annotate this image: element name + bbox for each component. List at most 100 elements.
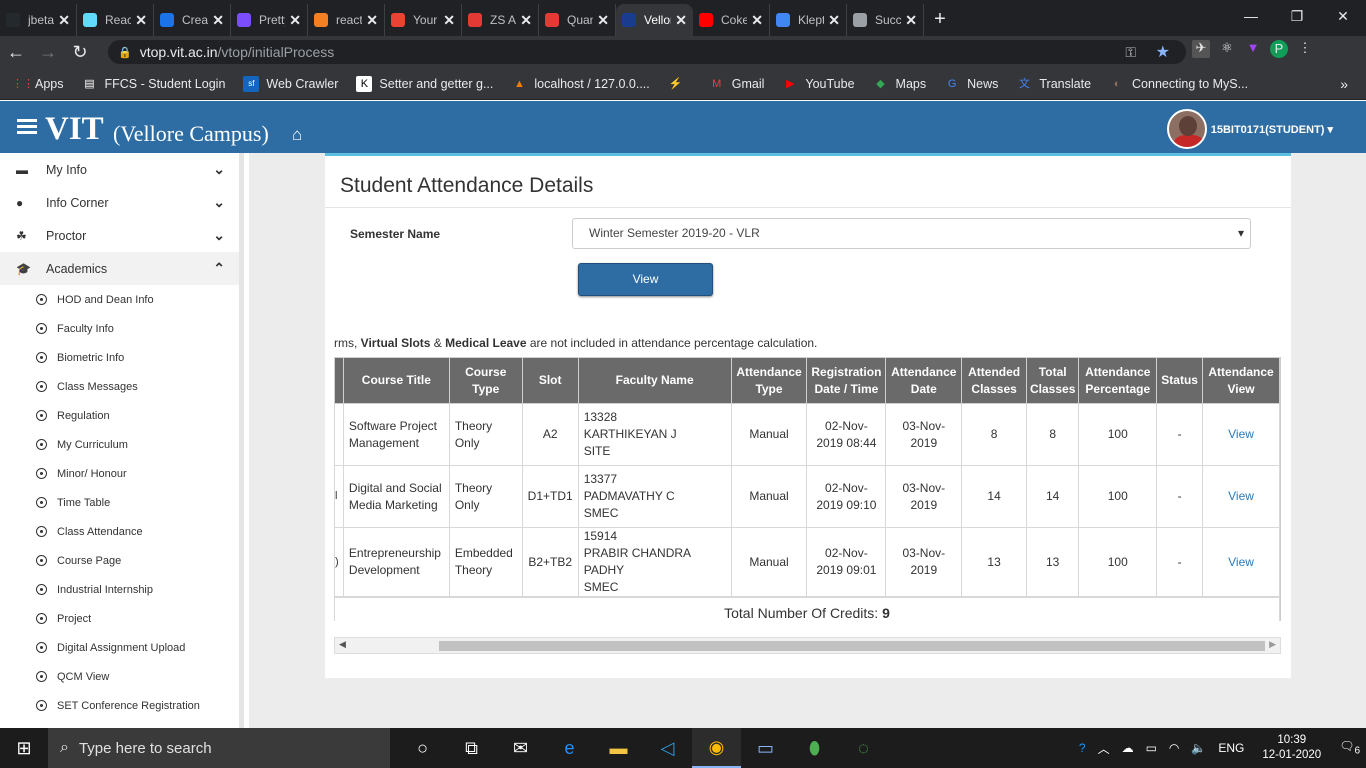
bookmark-item[interactable]: ⋮⋮ Apps [12, 76, 64, 92]
tab-close-icon[interactable]: ✕ [520, 12, 532, 29]
bookmark-item[interactable]: ◐ Connecting to MyS... [1109, 76, 1248, 92]
sidebar-item-info-corner[interactable]: ● Info Corner ⌄ [0, 186, 239, 219]
cortana-icon[interactable]: ○ [398, 728, 447, 768]
sidebar-subitem[interactable]: Project [0, 604, 239, 633]
tab-close-icon[interactable]: ✕ [675, 12, 687, 29]
vscode-icon[interactable]: ◁ [643, 728, 692, 768]
browser-tab[interactable]: React ✕ [77, 4, 154, 36]
browser-tab[interactable]: ZS As ✕ [462, 4, 539, 36]
sidebar-item-academics[interactable]: 🎓 Academics ⌃ [0, 252, 239, 285]
tab-close-icon[interactable]: ✕ [289, 12, 301, 29]
sidebar-subitem[interactable]: Time Table [0, 488, 239, 517]
browser-tab[interactable]: jbetar ✕ [0, 4, 77, 36]
sidebar-subitem[interactable]: Faculty Info [0, 314, 239, 343]
menu-kebab-icon[interactable]: ⋮ [1296, 40, 1314, 58]
bookmark-item[interactable]: M Gmail [709, 76, 764, 92]
back-icon[interactable]: ← [0, 42, 32, 63]
windows-start-icon[interactable]: ⊞ [0, 728, 48, 768]
tab-close-icon[interactable]: ✕ [905, 12, 917, 29]
view-button[interactable]: View [578, 263, 713, 296]
show-hidden-icon[interactable]: ︿ [1098, 740, 1110, 757]
view-attendance-link[interactable]: View [1228, 427, 1254, 441]
bookmark-item[interactable]: 文 Translate [1016, 76, 1091, 92]
browser-tab[interactable]: Coke ✕ [693, 4, 770, 36]
sidebar-subitem[interactable]: SET Conference Registration [0, 691, 239, 720]
sidebar-subitem[interactable]: Digital Assignment Upload [0, 633, 239, 662]
more-bookmarks-icon[interactable]: » [1340, 76, 1348, 92]
battery-icon[interactable]: ▭ [1146, 741, 1157, 755]
sidebar-subitem[interactable]: Industrial Internship [0, 575, 239, 604]
restore-icon[interactable]: ❐ [1274, 0, 1320, 32]
sidebar-subitem[interactable]: Minor/ Honour [0, 459, 239, 488]
sidebar-subitem[interactable]: Class Messages [0, 372, 239, 401]
file-explorer-icon[interactable]: ▬ [594, 728, 643, 768]
reload-icon[interactable]: ↻ [64, 42, 96, 63]
bookmark-item[interactable]: ▶ YouTube [782, 76, 854, 92]
hamburger-menu-icon[interactable] [17, 119, 37, 137]
horizontal-scrollbar[interactable]: ◀ ▶ [334, 637, 1281, 654]
scroll-right-icon[interactable]: ▶ [1269, 639, 1276, 650]
tab-close-icon[interactable]: ✕ [212, 12, 224, 29]
clock[interactable]: 10:39 12-01-2020 [1262, 733, 1321, 763]
sidebar-item-my-info[interactable]: ▬ My Info ⌄ [0, 153, 239, 186]
bookmark-item[interactable]: K Setter and getter g... [356, 75, 493, 92]
forward-icon[interactable]: → [32, 42, 64, 63]
language-indicator[interactable]: ENG [1218, 741, 1244, 755]
bookmark-item[interactable]: ▤ FFCS - Student Login [82, 76, 225, 92]
attendance-table-wrapper[interactable]: Course Title Course Type Slot Faculty Name A… [334, 357, 1281, 621]
sidebar-subitem[interactable]: Class Attendance [0, 517, 239, 546]
taskbar-search[interactable]: ⌕ Type here to search [48, 728, 390, 768]
cloud-icon[interactable]: ☁ [1122, 741, 1134, 755]
remote-desktop-icon[interactable]: ▭ [741, 728, 790, 768]
view-attendance-link[interactable]: View [1228, 555, 1254, 569]
bookmark-item[interactable]: ◆ Maps [873, 76, 926, 92]
tab-close-icon[interactable]: ✕ [58, 12, 70, 29]
task-view-icon[interactable]: ⧉ [447, 728, 496, 768]
close-window-icon[interactable]: ✕ [1320, 0, 1366, 32]
edge-icon[interactable]: e [545, 728, 594, 768]
sidebar-subitem[interactable]: My Curriculum [0, 430, 239, 459]
sidebar-item-proctor[interactable]: ☘ Proctor ⌄ [0, 219, 239, 252]
browser-tab[interactable]: reactj ✕ [308, 4, 385, 36]
bookmark-item[interactable]: sf Web Crawler [243, 75, 338, 92]
notifications-icon[interactable]: 🗨6 [1339, 739, 1360, 756]
browser-tab[interactable]: Quan ✕ [539, 4, 616, 36]
chrome-icon[interactable]: ◉ [692, 728, 741, 768]
view-attendance-link[interactable]: View [1228, 489, 1254, 503]
help-icon[interactable]: ? [1079, 741, 1086, 755]
minimize-icon[interactable]: — [1228, 0, 1274, 32]
browser-tab[interactable]: Succe ✕ [847, 4, 924, 36]
mongodb-icon[interactable]: ⬮ [790, 728, 839, 768]
scroll-left-icon[interactable]: ◀ [339, 639, 346, 650]
profile-avatar[interactable]: P [1270, 40, 1288, 58]
tab-close-icon[interactable]: ✕ [366, 12, 378, 29]
bookmark-item[interactable]: ▲ localhost / 127.0.0.... [511, 76, 650, 92]
url-bar[interactable]: 🔒 vtop.vit.ac.in/vtop/initialProcess ⚿ ★ [108, 40, 1186, 64]
tab-close-icon[interactable]: ✕ [443, 12, 455, 29]
volume-icon[interactable]: 🔈 [1191, 741, 1206, 755]
sidebar-subitem[interactable]: Regulation [0, 401, 239, 430]
bookmark-item[interactable]: ⚡ [668, 76, 691, 92]
scrollbar-thumb[interactable] [439, 641, 1265, 651]
mail-icon[interactable]: ✉ [496, 728, 545, 768]
bookmark-star-icon[interactable]: ★ [1156, 42, 1170, 62]
browser-tab[interactable]: Klept ✕ [770, 4, 847, 36]
browser-tab[interactable]: Creat ✕ [154, 4, 231, 36]
tab-close-icon[interactable]: ✕ [135, 12, 147, 29]
tab-close-icon[interactable]: ✕ [828, 12, 840, 29]
react-devtools-icon[interactable]: ⚛ [1218, 40, 1236, 58]
sidebar-subitem[interactable]: QCM View [0, 662, 239, 691]
wifi-icon[interactable]: ◠ [1169, 741, 1179, 755]
tab-close-icon[interactable]: ✕ [597, 12, 609, 29]
browser-tab[interactable]: Your p ✕ [385, 4, 462, 36]
sidebar-subitem[interactable]: Biometric Info [0, 343, 239, 372]
home-icon[interactable]: ⌂ [292, 125, 302, 145]
browser-tab[interactable]: Pretty ✕ [231, 4, 308, 36]
sidebar-subitem[interactable]: Course Page [0, 546, 239, 575]
extension-badge-icon[interactable]: ▼ [1244, 40, 1262, 58]
sync-app-icon[interactable]: ◌ [839, 728, 888, 768]
key-icon[interactable]: ⚿ [1125, 44, 1136, 61]
semester-select[interactable]: Winter Semester 2019-20 - VLR [572, 218, 1251, 249]
bookmark-item[interactable]: G News [944, 76, 999, 92]
user-menu[interactable]: 15BIT0171(STUDENT) ▾ [1166, 109, 1333, 149]
